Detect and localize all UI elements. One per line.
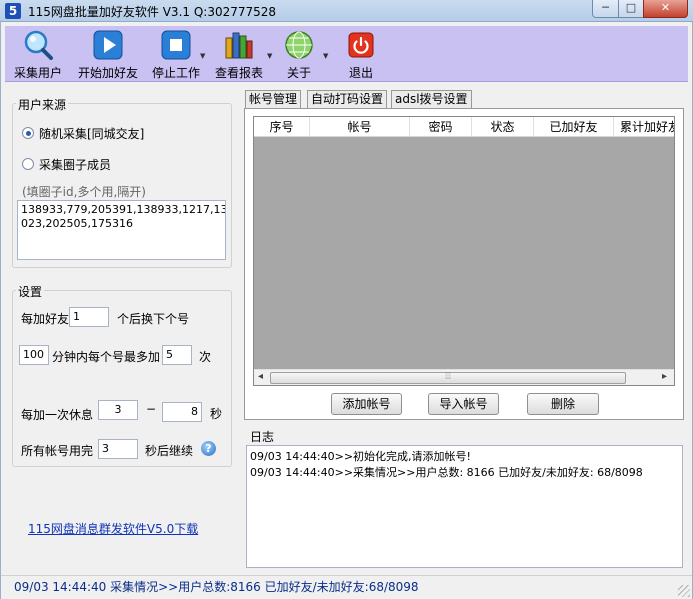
app-logo-icon: 5 <box>5 3 21 19</box>
settings-legend: 设置 <box>16 283 45 300</box>
report-dropdown-arrow-icon[interactable]: ▼ <box>267 52 272 60</box>
column-account[interactable]: 帐号 <box>310 117 410 136</box>
per-add-suffix: 个后换下个号 <box>117 312 190 326</box>
log-textarea[interactable]: 09/03 14:44:40>>初始化完成,请添加帐号! 09/03 14:44… <box>246 445 683 568</box>
rest-unit: 秒 <box>210 407 223 421</box>
globe-icon <box>285 31 313 59</box>
scroll-right-arrow-icon[interactable]: ▸ <box>662 371 667 382</box>
all-used-label: 所有帐号用完 <box>21 444 94 458</box>
collect-users-button[interactable]: 采集用户 <box>9 28 67 80</box>
resize-grip-icon[interactable] <box>678 585 690 597</box>
account-list-header: 序号 帐号 密码 状态 已加好友 累计加好友 <box>254 117 674 137</box>
delete-button[interactable]: 删除 <box>527 393 599 415</box>
close-button[interactable]: ✕ <box>643 0 688 18</box>
exit-label: 退出 <box>348 66 373 80</box>
all-used-input[interactable]: 3 <box>98 439 138 459</box>
stop-icon <box>161 30 191 60</box>
minimize-button[interactable]: ─ <box>592 0 619 18</box>
all-used-suffix: 秒后继续 <box>145 444 194 458</box>
log-legend: 日志 <box>250 430 275 444</box>
horizontal-scrollbar[interactable]: ◂ ⦙⦙⦙ ▸ <box>254 369 674 385</box>
scrollbar-thumb[interactable]: ⦙⦙⦙ <box>270 372 626 384</box>
import-account-button[interactable]: 导入帐号 <box>428 393 499 415</box>
column-status[interactable]: 状态 <box>472 117 534 136</box>
play-icon <box>93 30 123 60</box>
tab-adsl-dialing[interactable]: adsl拨号设置 <box>391 90 472 109</box>
column-added[interactable]: 已加好友 <box>534 117 614 136</box>
view-report-label: 查看报表 <box>214 66 263 80</box>
account-list[interactable]: 序号 帐号 密码 状态 已加好友 累计加好友 ◂ ⦙⦙⦙ ▸ <box>253 116 675 386</box>
magnifier-icon <box>24 30 53 60</box>
rest-separator: − <box>146 402 157 416</box>
power-icon <box>348 32 374 58</box>
rest-max-input[interactable]: 8 <box>162 402 202 422</box>
help-icon[interactable]: ? <box>201 441 216 456</box>
about-button[interactable]: 关于 ▼ <box>273 28 328 80</box>
tab-account-management[interactable]: 帐号管理 <box>245 90 302 109</box>
rest-min-input[interactable]: 3 <box>98 400 138 420</box>
stop-work-button[interactable]: 停止工作 ▼ <box>147 28 205 80</box>
random-collect-label[interactable]: 随机采集[同城交友] <box>39 125 144 142</box>
scroll-left-arrow-icon[interactable]: ◂ <box>258 371 263 382</box>
max-adds-suffix: 次 <box>199 350 212 364</box>
download-link[interactable]: 115网盘消息群发软件V5.0下载 <box>28 520 198 537</box>
toolbar: 采集用户 开始加好友 停止工作 ▼ 查看报表 ▼ 关于 ▼ 退出 <box>5 26 688 82</box>
start-add-friends-button[interactable]: 开始加好友 <box>73 28 143 80</box>
user-source-legend: 用户来源 <box>16 96 69 113</box>
status-bar: 09/03 14:44:40 采集情况>>用户总数:8166 已加好友/未加好友… <box>1 575 692 599</box>
exit-button[interactable]: 退出 <box>335 28 387 80</box>
stop-dropdown-arrow-icon[interactable]: ▼ <box>200 52 205 60</box>
start-add-friends-label: 开始加好友 <box>77 66 138 80</box>
circle-members-radio[interactable] <box>22 158 34 170</box>
circle-members-label[interactable]: 采集圈子成员 <box>39 156 111 173</box>
minutes-label: 分钟内每个号最多加 <box>52 350 161 364</box>
circle-ids-textarea[interactable]: 138933,779,205391,138933,1217,132 023,20… <box>17 200 226 260</box>
add-account-button[interactable]: 添加帐号 <box>331 393 402 415</box>
title-bar: 5 115网盘批量加好友软件 V3.1 Q:302777528 ─ □ ✕ <box>0 0 693 22</box>
per-add-input[interactable]: 1 <box>69 307 109 327</box>
minutes-input[interactable]: 100 <box>19 345 49 365</box>
collect-users-label: 采集用户 <box>13 66 62 80</box>
max-adds-input[interactable]: 5 <box>162 345 192 365</box>
view-report-button[interactable]: 查看报表 ▼ <box>209 28 272 80</box>
tab-auto-captcha[interactable]: 自动打码设置 <box>307 90 388 109</box>
column-password[interactable]: 密码 <box>410 117 472 136</box>
stop-work-label: 停止工作 <box>151 66 200 80</box>
about-label: 关于 <box>286 66 311 80</box>
column-total-added[interactable]: 累计加好友 <box>614 117 674 136</box>
about-dropdown-arrow-icon[interactable]: ▼ <box>323 52 328 60</box>
rest-label: 每加一次休息 <box>21 408 94 422</box>
maximize-button[interactable]: □ <box>618 0 644 18</box>
random-collect-radio[interactable] <box>22 127 34 139</box>
column-index[interactable]: 序号 <box>254 117 310 136</box>
window-title: 115网盘批量加好友软件 V3.1 Q:302777528 <box>28 5 277 19</box>
books-chart-icon <box>225 32 253 59</box>
per-add-label: 每加好友 <box>21 312 70 326</box>
circle-id-hint: (填圈子id,多个用,隔开) <box>22 185 146 199</box>
